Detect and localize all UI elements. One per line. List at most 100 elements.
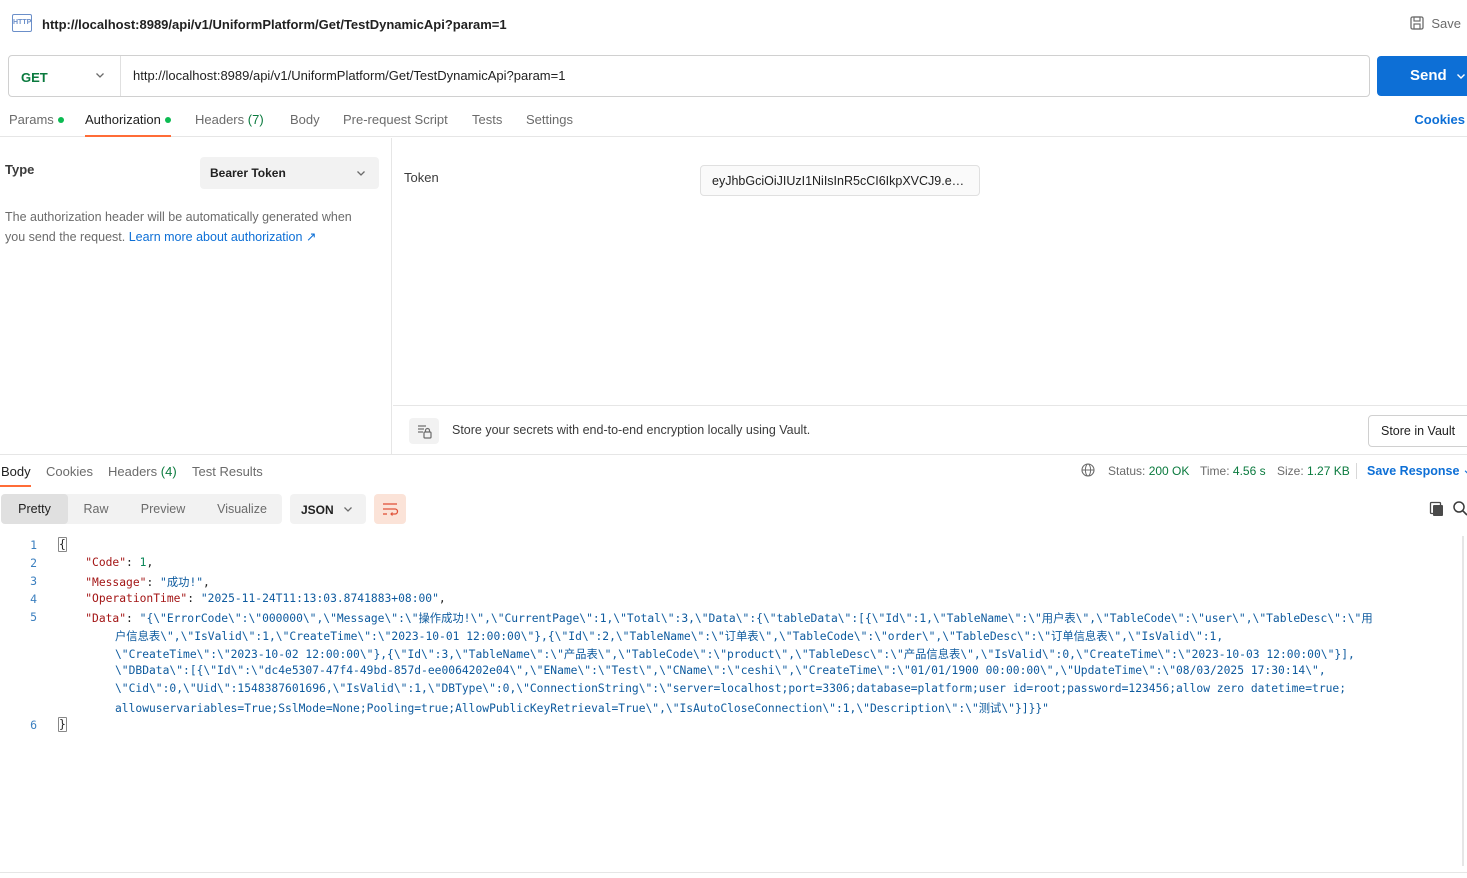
token-input[interactable]: eyJhbGciOiJIUzI1NiIsInR5cCI6IkpXVCJ9.eyJ… (700, 165, 980, 196)
status-value: 200 OK (1148, 464, 1190, 478)
active-response-tab-indicator (0, 485, 31, 487)
method-select[interactable]: GET (9, 56, 121, 96)
json-value: \"CreateTime\":\"2023-10-02 12:00:00\"},… (115, 648, 1355, 661)
language-select[interactable]: JSON (290, 494, 366, 524)
code-line-wrapped: 户信息表\",\"IsValid\":1,\"CreateTime\":\"20… (115, 628, 1223, 644)
method-label: GET (21, 70, 48, 85)
tab-response-headers-label: Headers (108, 464, 158, 479)
size-value: 1.27 KB (1307, 464, 1350, 478)
tab-test-results[interactable]: Test Results (192, 464, 263, 479)
tab-params[interactable]: Params (9, 112, 64, 127)
chevron-down-icon (1464, 470, 1467, 474)
headers-count: (7) (247, 112, 264, 127)
format-raw[interactable]: Raw (68, 494, 124, 524)
close-brace: } (58, 717, 67, 732)
chevron-down-icon[interactable] (1455, 70, 1467, 82)
response-body-code[interactable]: 1 2 3 4 5 6 { "Code": 1, "Message": "成功!… (0, 536, 1467, 866)
authorization-indicator-dot (164, 116, 171, 123)
response-headers-count: (4) (160, 464, 177, 479)
divider (1356, 463, 1357, 479)
json-value: "{\"ErrorCode\":\"000000\",\"Message\":\… (139, 612, 1373, 625)
tab-pre-request-script[interactable]: Pre-request Script (343, 112, 448, 127)
format-preview[interactable]: Preview (124, 494, 202, 524)
divider (0, 872, 1467, 873)
time-value: 4.56 s (1232, 464, 1266, 478)
save-icon (1410, 16, 1425, 30)
tab-response-body[interactable]: Body (1, 464, 31, 479)
json-value: allowuservariables=True;SslMode=None;Poo… (115, 702, 1049, 715)
save-label: Save (1431, 15, 1461, 31)
token-value: eyJhbGciOiJIUzI1NiIsInR5cCI6IkpXVCJ9.eyJ… (712, 174, 967, 188)
tab-authorization[interactable]: Authorization (85, 112, 171, 127)
tab-settings[interactable]: Settings (526, 112, 573, 127)
format-pretty[interactable]: Pretty (1, 494, 68, 524)
request-title[interactable]: http://localhost:8989/api/v1/UniformPlat… (42, 17, 507, 32)
format-visualize[interactable]: Visualize (202, 494, 282, 524)
json-value: 1 (139, 556, 147, 569)
code-line: "OperationTime": "2025-11-24T11:13:03.87… (85, 592, 446, 605)
send-label: Send (1410, 67, 1447, 84)
status-info[interactable]: Status: 200 OK (1108, 464, 1189, 478)
active-tab-indicator (85, 135, 171, 137)
format-segmented-control: Pretty Raw Preview Visualize (1, 494, 282, 524)
json-value: \"DBData\":[{\"Id\":\"dc4e5307-47f4-49bd… (115, 664, 1326, 677)
send-button[interactable]: Send (1377, 56, 1467, 96)
code-line-wrapped: \"DBData\":[{\"Id\":\"dc4e5307-47f4-49bd… (115, 664, 1326, 677)
open-brace: { (58, 537, 67, 552)
json-key: "Data" (85, 612, 127, 625)
store-in-vault-label: Store in Vault (1381, 424, 1456, 438)
chevron-down-icon (96, 73, 104, 78)
globe-icon[interactable] (1081, 463, 1095, 477)
json-key: "Code" (85, 556, 127, 569)
save-button[interactable]: Save (1409, 15, 1461, 31)
time-label: Time: (1200, 464, 1230, 478)
code-line: { (58, 537, 67, 552)
store-in-vault-button[interactable]: Store in Vault (1368, 415, 1467, 447)
learn-more-link[interactable]: Learn more about authorization ↗ (129, 230, 317, 244)
json-value: "成功!" (160, 576, 204, 589)
tab-response-headers[interactable]: Headers (4) (108, 464, 177, 479)
vertical-scrollbar[interactable] (1462, 536, 1464, 866)
params-indicator-dot (57, 116, 64, 123)
status-label: Status: (1108, 464, 1146, 478)
auth-type-label: Type (5, 162, 35, 177)
response-tabs: Body Cookies Headers (4) Test Results St… (0, 454, 1467, 487)
code-line-wrapped: \"CreateTime\":\"2023-10-02 12:00:00\"},… (115, 646, 1355, 662)
code-line: } (58, 717, 67, 732)
code-line-wrapped: allowuservariables=True;SslMode=None;Poo… (115, 700, 1049, 716)
url-input[interactable]: http://localhost:8989/api/v1/UniformPlat… (133, 68, 565, 83)
wrap-lines-button[interactable] (374, 494, 406, 524)
tab-body[interactable]: Body (290, 112, 320, 127)
vault-message: Store your secrets with end-to-end encry… (452, 423, 811, 437)
time-info[interactable]: Time: 4.56 s (1200, 464, 1266, 478)
language-value: JSON (301, 503, 334, 517)
tab-authorization-label: Authorization (85, 112, 161, 127)
save-response-button[interactable]: Save Response (1367, 464, 1467, 478)
code-line: "Message": "成功!", (85, 576, 210, 589)
line-number: 6 (30, 718, 37, 732)
json-key: "OperationTime" (85, 592, 188, 605)
size-label: Size: (1277, 464, 1304, 478)
code-line: "Code": 1, (85, 556, 154, 569)
tab-headers[interactable]: Headers (7) (195, 112, 264, 127)
search-icon[interactable] (1452, 500, 1467, 516)
tab-response-cookies[interactable]: Cookies (46, 464, 93, 479)
wrap-lines-icon (383, 503, 399, 516)
line-number: 1 (30, 538, 37, 552)
request-tabs: Params Authorization Headers (7) Body Pr… (0, 104, 1467, 137)
url-bar: GET http://localhost:8989/api/v1/Uniform… (8, 55, 1370, 97)
auth-description: The authorization header will be automat… (5, 207, 375, 247)
request-header: HTTP http://localhost:8989/api/v1/Unifor… (0, 0, 1467, 48)
save-response-label: Save Response (1367, 464, 1460, 478)
auth-type-select[interactable]: Bearer Token (200, 157, 379, 189)
chevron-down-icon (357, 171, 365, 176)
line-number: 2 (30, 556, 37, 570)
auth-type-value: Bearer Token (210, 166, 286, 180)
code-line: "Data": "{\"ErrorCode\":\"000000\",\"Mes… (85, 612, 1373, 625)
cookies-link[interactable]: Cookies (1414, 112, 1465, 127)
tab-tests[interactable]: Tests (472, 112, 502, 127)
line-number: 5 (30, 610, 37, 624)
copy-icon[interactable] (1428, 500, 1446, 518)
size-info[interactable]: Size: 1.27 KB (1277, 464, 1350, 478)
tab-headers-label: Headers (195, 112, 245, 127)
